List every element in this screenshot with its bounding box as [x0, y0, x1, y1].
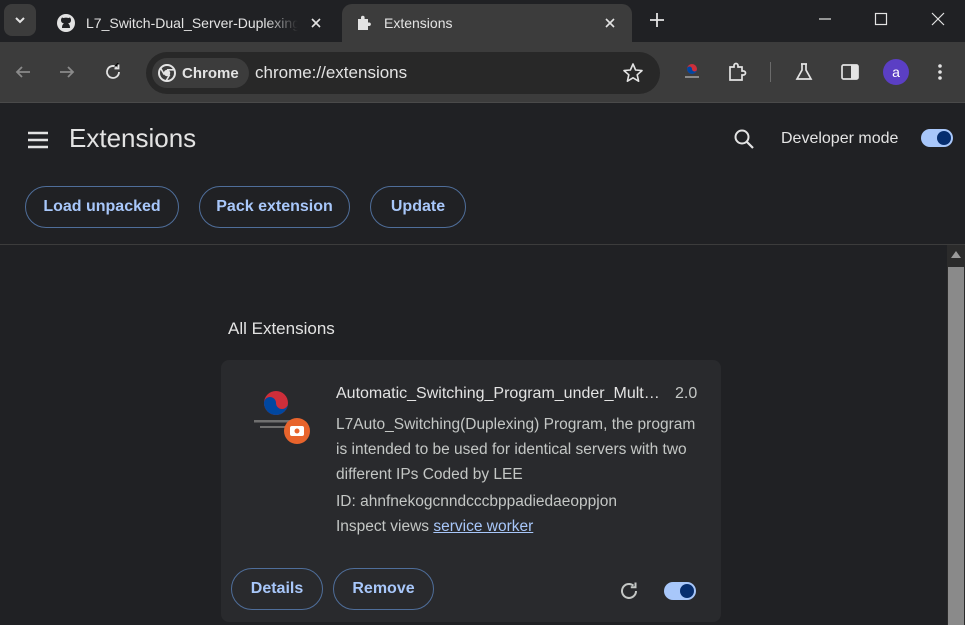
search-icon[interactable]	[732, 127, 756, 151]
side-panel-button[interactable]	[838, 60, 862, 84]
tab-title: Extensions	[384, 15, 453, 31]
bookmark-star-icon[interactable]	[622, 62, 644, 84]
details-button[interactable]: Details	[231, 568, 323, 610]
maximize-icon	[874, 12, 888, 26]
address-bar[interactable]: Chrome chrome://extensions	[146, 52, 660, 94]
forward-button[interactable]	[55, 60, 79, 84]
menu-icon[interactable]	[26, 129, 50, 151]
extension-icon	[254, 391, 310, 444]
developer-mode-toggle[interactable]	[921, 129, 953, 147]
maximize-button[interactable]	[852, 0, 910, 38]
chevron-down-icon	[15, 17, 25, 24]
extension-logo-icon[interactable]	[680, 60, 704, 84]
arrow-right-icon	[60, 66, 75, 78]
avatar[interactable]: a	[883, 59, 909, 85]
extension-card: Automatic_Switching_Program_under_Multip…	[221, 360, 721, 622]
browser-menu-button[interactable]	[928, 60, 952, 84]
new-tab-button[interactable]	[645, 8, 669, 32]
extension-description: L7Auto_Switching(Duplexing) Program, the…	[336, 416, 696, 483]
back-button[interactable]	[11, 60, 35, 84]
extensions-menu-button[interactable]	[726, 60, 750, 84]
browser-toolbar: Chrome chrome://extensions a	[0, 42, 965, 103]
section-title: All Extensions	[228, 319, 335, 338]
labs-button[interactable]	[792, 60, 816, 84]
side-panel-icon	[841, 64, 859, 80]
reload-icon	[106, 63, 120, 79]
scrollbar[interactable]	[947, 245, 965, 625]
more-vert-icon	[938, 64, 942, 80]
extensions-content: All Extensions Automatic_Switching_Progr…	[0, 245, 947, 625]
developer-mode-label: Developer mode	[781, 130, 899, 147]
toggle-knob	[937, 131, 951, 145]
minimize-button[interactable]	[796, 0, 854, 38]
plus-icon	[650, 13, 664, 27]
puzzle-icon	[729, 62, 747, 81]
arrow-left-icon	[15, 66, 30, 78]
reload-icon[interactable]	[618, 580, 640, 602]
github-icon	[56, 13, 76, 33]
inspect-views: Inspect views service worker	[336, 518, 533, 536]
scroll-up-arrow[interactable]	[951, 251, 961, 258]
page-title: Extensions	[69, 123, 197, 153]
service-worker-link[interactable]: service worker	[433, 518, 533, 535]
chip-label: Chrome	[182, 64, 239, 82]
close-icon[interactable]	[306, 13, 326, 33]
extension-enable-toggle[interactable]	[664, 582, 696, 600]
load-unpacked-button[interactable]: Load unpacked	[25, 186, 179, 228]
tab-title: L7_Switch-Dual_Server-Duplexing	[86, 15, 298, 31]
pack-extension-button[interactable]: Pack extension	[199, 186, 350, 228]
update-button[interactable]: Update	[370, 186, 466, 228]
extension-id: ID: ahnfnekogcnndcccbppadiedaeoppjon	[336, 493, 617, 510]
close-window-button[interactable]	[909, 0, 965, 38]
toolbar-separator	[770, 62, 771, 82]
extensions-header: Extensions Developer mode Load unpacked …	[0, 103, 965, 245]
minimize-icon	[819, 18, 831, 20]
reload-button[interactable]	[101, 60, 125, 84]
close-icon	[931, 12, 945, 26]
extension-version: 2.0	[675, 385, 698, 402]
tab-search-button[interactable]	[4, 4, 36, 36]
remove-button[interactable]: Remove	[333, 568, 434, 610]
site-info-chip[interactable]: Chrome	[152, 58, 249, 88]
close-icon[interactable]	[600, 13, 620, 33]
title-bar: L7_Switch-Dual_Server-Duplexing Extensio…	[0, 0, 965, 42]
flask-icon	[795, 63, 813, 80]
extension-name: Automatic_Switching_Program_under_Multip…	[336, 385, 661, 402]
puzzle-icon	[354, 13, 374, 33]
url-text[interactable]: chrome://extensions	[255, 63, 407, 83]
scroll-thumb[interactable]	[948, 267, 964, 625]
tab-github[interactable]: L7_Switch-Dual_Server-Duplexing	[44, 4, 338, 42]
chrome-icon	[158, 64, 176, 82]
toggle-knob	[680, 584, 694, 598]
tab-extensions[interactable]: Extensions	[342, 4, 632, 42]
inspect-views-label: Inspect views	[336, 518, 430, 535]
